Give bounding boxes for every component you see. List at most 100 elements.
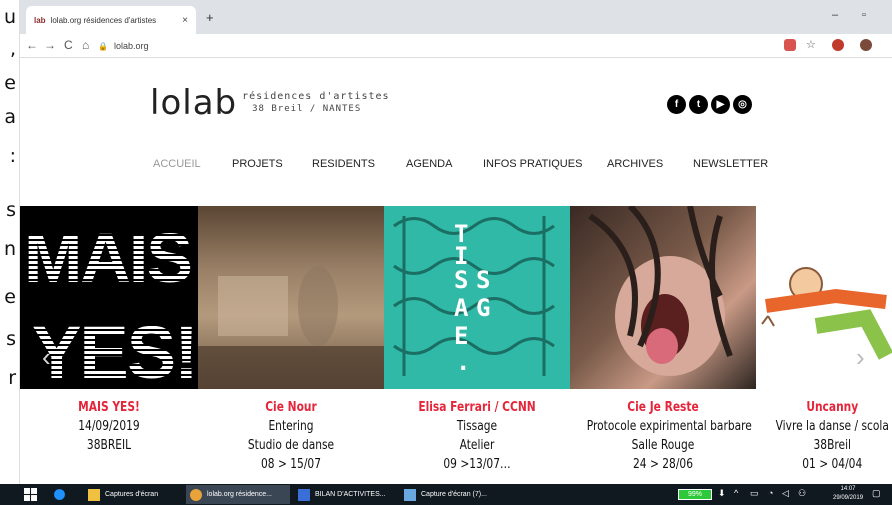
- instagram-icon[interactable]: ◎: [733, 95, 752, 114]
- event-captions: MAIS YES! 14/09/2019 38BREIL Cie Nour En…: [0, 399, 892, 484]
- slide-art-text: E: [454, 322, 468, 350]
- slide-art-text: S: [454, 266, 468, 294]
- home-button[interactable]: ⌂: [82, 38, 89, 52]
- slide-image[interactable]: [756, 206, 892, 389]
- menu-item-archives[interactable]: ARCHIVES: [607, 158, 663, 170]
- system-clock[interactable]: 14:07 29/09/2019: [833, 485, 863, 503]
- address-bar: ← → C ⌂ 🔒 lolab.org ☆: [20, 34, 892, 58]
- twitter-icon[interactable]: t: [689, 95, 708, 114]
- tab-bar: lab lolab.org résidences d'artistes × + …: [20, 0, 892, 34]
- chevron-up-icon[interactable]: ^: [734, 488, 738, 498]
- main-menu: ACCUEIL PROJETS RESIDENTS AGENDA INFOS P…: [20, 158, 892, 174]
- event-caption[interactable]: MAIS YES! 14/09/2019 38BREIL: [36, 399, 182, 455]
- browser-tab[interactable]: lab lolab.org résidences d'artistes ×: [26, 6, 196, 34]
- taskbar-task-label: Captures d'écran: [105, 491, 159, 498]
- new-tab-button[interactable]: +: [206, 10, 214, 25]
- carousel-prev-button[interactable]: ‹: [42, 342, 51, 373]
- volume-icon[interactable]: ◁: [782, 488, 789, 499]
- clock-date: 29/09/2019: [833, 495, 864, 501]
- event-line: Entering: [268, 419, 314, 434]
- tab-title: lolab.org résidences d'artistes: [50, 15, 157, 25]
- profile-avatar[interactable]: [860, 39, 872, 51]
- menu-item-projets[interactable]: PROJETS: [232, 158, 283, 170]
- event-line: 14/09/2019: [78, 419, 140, 434]
- event-line: 38BREIL: [86, 438, 132, 453]
- reload-button[interactable]: C: [64, 38, 73, 52]
- slide-image[interactable]: [570, 206, 756, 389]
- logo-tagline-text: résidences d'artistes: [242, 91, 390, 102]
- slide-art-text: S: [476, 266, 490, 294]
- event-caption[interactable]: Uncanny Vivre la danse / scola 38Breil 0…: [756, 399, 892, 474]
- photos-icon: [404, 488, 416, 501]
- event-line: 38Breil: [813, 438, 852, 453]
- facebook-icon[interactable]: f: [667, 95, 686, 114]
- taskbar: Captures d'écran lolab.org résidence... …: [0, 484, 892, 505]
- lock-icon: 🔒: [98, 41, 108, 51]
- bookmark-star-icon[interactable]: ☆: [806, 38, 816, 51]
- menu-item-newsletter[interactable]: NEWSLETTER: [693, 158, 768, 170]
- taskbar-task[interactable]: lolab.org résidence...: [186, 485, 290, 504]
- folder-icon: [88, 488, 100, 501]
- event-line: 01 > 04/04: [802, 457, 863, 472]
- event-title: Cie Je Reste: [627, 400, 699, 415]
- carousel-next-button[interactable]: ›: [856, 342, 865, 373]
- taskbar-task[interactable]: BILAN D'ACTIVITES...: [294, 485, 394, 504]
- event-line: 24 > 28/06: [632, 457, 693, 472]
- windows-start-icon[interactable]: [24, 488, 37, 501]
- logo-tagline: résidences d'artistes 38 Breil / NANTES: [242, 91, 389, 115]
- taskbar-task-label: Capture d'écran (7)...: [421, 491, 487, 498]
- event-line: Salle Rouge: [631, 438, 695, 453]
- taskbar-task[interactable]: Captures d'écran: [84, 485, 180, 504]
- tissage-artwork: T I S S A G E .: [393, 216, 555, 376]
- menu-item-residents[interactable]: RESIDENTS: [312, 158, 375, 170]
- menu-item-agenda[interactable]: AGENDA: [406, 158, 452, 170]
- slide-art-text: YES!: [32, 311, 197, 389]
- battery-indicator[interactable]: 99%: [678, 489, 712, 500]
- extension-icon[interactable]: [784, 39, 796, 51]
- chrome-icon: [190, 488, 202, 501]
- back-button[interactable]: ←: [26, 38, 38, 52]
- tab-close-icon[interactable]: ×: [182, 15, 188, 26]
- side-letter: a: [4, 106, 16, 128]
- restore-button[interactable]: ▫: [862, 9, 866, 21]
- url-text: lolab.org: [113, 41, 149, 51]
- uncanny-drawing: [761, 267, 892, 360]
- event-caption[interactable]: Elisa Ferrari / CCNN Tissage Atelier 09 …: [401, 399, 554, 474]
- taskbar-task-label: BILAN D'ACTIVITES...: [315, 491, 386, 498]
- logo-address: 38 Breil / NANTES: [252, 104, 362, 114]
- side-letter: u: [3, 6, 16, 28]
- wifi-icon[interactable]: ◔: [768, 488, 773, 498]
- screen: u , e a : s n e s r lab lolab.org réside…: [0, 0, 892, 505]
- menu-item-accueil[interactable]: ACCUEIL: [153, 158, 201, 170]
- event-caption[interactable]: Cie Je Reste Protocole expirimental barb…: [586, 399, 752, 474]
- browser-window: lab lolab.org résidences d'artistes × + …: [20, 0, 892, 484]
- event-line: 08 > 15/07: [260, 457, 321, 472]
- event-title: Uncanny: [806, 400, 859, 415]
- event-title: MAIS YES!: [78, 400, 140, 415]
- taskbar-task[interactable]: Capture d'écran (7)...: [400, 485, 504, 504]
- event-carousel: MAIS YES! T I S S A G E . ‹ ›: [0, 206, 892, 389]
- event-line: Tissage: [456, 419, 498, 434]
- slide-art-text: G: [476, 294, 490, 322]
- web-page: lolab résidences d'artistes 38 Breil / N…: [20, 58, 892, 484]
- notifications-icon[interactable]: ▢: [872, 488, 881, 499]
- forward-button[interactable]: →: [44, 38, 56, 52]
- logo-word: lolab: [150, 83, 238, 123]
- event-line: 09 >13/07…: [443, 457, 511, 472]
- youtube-icon[interactable]: ▶: [711, 95, 730, 114]
- site-logo[interactable]: lolab résidences d'artistes 38 Breil / N…: [150, 86, 390, 120]
- slide-image[interactable]: T I S S A G E .: [384, 206, 570, 389]
- event-line: Vivre la danse / scola: [775, 419, 889, 434]
- slide-image[interactable]: [198, 206, 384, 389]
- cortana-icon[interactable]: [53, 488, 66, 501]
- network-icon[interactable]: ⚇: [798, 488, 806, 499]
- pin-icon[interactable]: ⬇: [718, 488, 726, 499]
- battery-icon[interactable]: ▭: [750, 488, 759, 499]
- event-caption[interactable]: Cie Nour Entering Studio de danse 08 > 1…: [215, 399, 368, 474]
- menu-item-infos-pratiques[interactable]: INFOS PRATIQUES: [483, 158, 582, 170]
- url-input[interactable]: 🔒 lolab.org: [98, 37, 718, 55]
- slide-art-text: A: [454, 294, 469, 322]
- minimize-button[interactable]: –: [832, 9, 838, 21]
- extension-icon[interactable]: [832, 39, 844, 51]
- event-line: Protocole expirimental barbare: [586, 419, 752, 434]
